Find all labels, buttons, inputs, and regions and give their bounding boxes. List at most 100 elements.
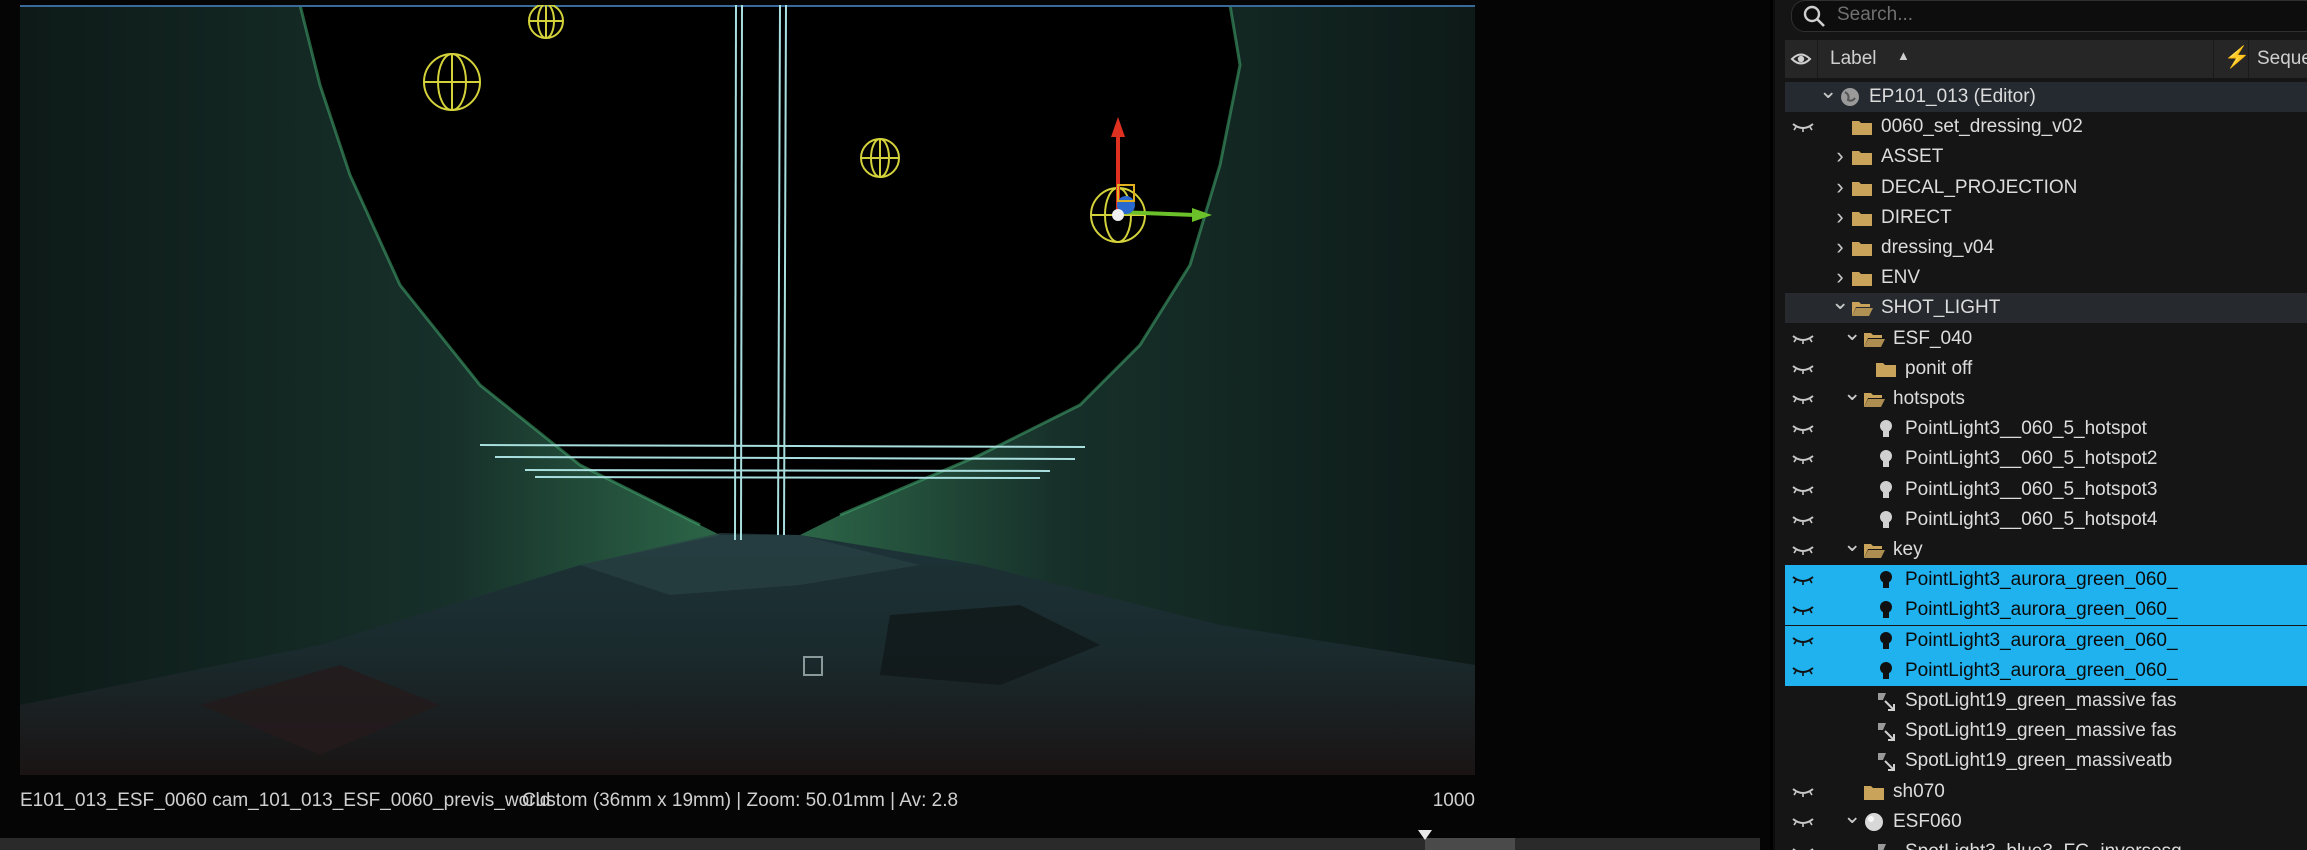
chevron-down-icon[interactable]: ⌄ — [1831, 289, 1849, 315]
outliner-row[interactable]: ⌄ ESF_040 — [1785, 320, 2307, 354]
light-gizmo[interactable] — [860, 138, 900, 178]
light-gizmo[interactable] — [528, 5, 564, 39]
hidden-eye-icon[interactable] — [1791, 785, 1815, 799]
spot-light-icon — [1878, 844, 1886, 850]
folder-open-icon — [1864, 393, 1885, 407]
outliner-row[interactable]: PointLight3__060_5_hotspot4 — [1785, 505, 2307, 535]
outliner-row[interactable]: ponit off — [1785, 354, 2307, 384]
label-column-header[interactable]: Label — [1830, 48, 1877, 70]
hidden-eye-icon[interactable] — [1791, 664, 1815, 678]
hidden-eye-icon[interactable] — [1791, 634, 1815, 648]
chevron-down-icon[interactable]: ⌄ — [1819, 82, 1837, 104]
type-column[interactable]: ⚡ — [2213, 40, 2251, 78]
outliner-row[interactable]: › ASSET — [1785, 142, 2307, 172]
hidden-eye-icon[interactable] — [1791, 120, 1815, 134]
folder-icon — [1864, 786, 1884, 800]
outliner-row[interactable]: SpotLight19_green_massive fas — [1785, 716, 2307, 746]
outliner-row[interactable]: ⌄ key — [1785, 531, 2307, 565]
chevron-right-icon[interactable]: › — [1831, 234, 1849, 260]
hidden-eye-icon[interactable] — [1791, 452, 1815, 466]
hidden-eye-icon[interactable] — [1791, 362, 1815, 376]
hidden-eye-icon[interactable] — [1791, 483, 1815, 497]
outliner-row[interactable]: PointLight3__060_5_hotspot — [1785, 414, 2307, 444]
outliner-row-label: 0060_set_dressing_v02 — [1881, 116, 2083, 137]
outliner-row-label: key — [1893, 539, 1923, 560]
outliner-row[interactable]: › DIRECT — [1785, 203, 2307, 233]
folder-icon — [1852, 182, 1872, 196]
hidden-eye-icon[interactable] — [1791, 603, 1815, 617]
light-gizmo[interactable] — [423, 53, 481, 111]
outliner-row[interactable]: ⌄ SHOT_LIGHT — [1785, 289, 2307, 323]
level-viewport[interactable] — [20, 5, 1475, 775]
outliner-row[interactable]: › ENV — [1785, 263, 2307, 293]
outliner-row[interactable]: ⌄ ESF060 — [1785, 803, 2307, 837]
search-input[interactable]: Search... — [1791, 0, 2307, 32]
hidden-eye-icon[interactable] — [1791, 815, 1815, 829]
outliner-row[interactable]: ⌄ hotspots — [1785, 380, 2307, 414]
outliner-row[interactable]: sh070 — [1785, 777, 2307, 807]
outliner-row[interactable]: SpotLight19_green_massive fas — [1785, 686, 2307, 716]
outliner-row[interactable]: 0060_set_dressing_v02 — [1785, 112, 2307, 142]
outliner-row-label: SpotLight19_green_massive fas — [1905, 720, 2177, 741]
outliner-row[interactable]: › dressing_v04 — [1785, 233, 2307, 263]
level-viewport-area: E101_013_ESF_0060 cam_101_013_ESF_0060_p… — [0, 0, 1770, 850]
chevron-right-icon[interactable]: › — [1831, 204, 1849, 230]
hidden-eye-icon[interactable] — [1791, 392, 1815, 406]
visibility-column[interactable] — [1785, 40, 1818, 78]
folder-open-icon — [1852, 302, 1873, 316]
outliner-row[interactable]: PointLight3_aurora_green_060_ — [1785, 565, 2307, 595]
hidden-eye-icon[interactable] — [1791, 332, 1815, 346]
hidden-eye-icon[interactable] — [1791, 573, 1815, 587]
timeline-bar[interactable] — [0, 830, 1760, 850]
eye-icon — [1790, 53, 1812, 65]
outliner-row[interactable]: ⌄ EP101_013 (Editor) — [1785, 82, 2307, 112]
chevron-down-icon[interactable]: ⌄ — [1843, 531, 1861, 557]
outliner-row[interactable]: PointLight3__060_5_hotspot2 — [1785, 444, 2307, 474]
chevron-down-icon[interactable]: ⌄ — [1843, 380, 1861, 406]
outliner-row[interactable]: SpotLight3_blue3_FG_inversesq — [1785, 837, 2307, 850]
point-light-icon — [1880, 571, 1892, 588]
outliner-row[interactable]: PointLight3_aurora_green_060_ — [1785, 595, 2307, 625]
outliner-row-label: ENV — [1881, 267, 1921, 288]
world-icon — [1841, 88, 1859, 106]
folder-open-icon — [1864, 544, 1885, 558]
outliner-row[interactable]: PointLight3__060_5_hotspot3 — [1785, 475, 2307, 505]
outliner-row-label: ESF_040 — [1893, 328, 1973, 349]
outliner-row-label: dressing_v04 — [1881, 237, 1995, 258]
outliner-panel: Search... Label ▲ ⚡ Sequen ⌄ EP101_013 (E… — [1773, 0, 2307, 850]
outliner-row[interactable]: › DECAL_PROJECTION — [1785, 173, 2307, 203]
outliner-row-label: EP101_013 (Editor) — [1869, 86, 2036, 107]
chevron-right-icon[interactable]: › — [1831, 143, 1849, 169]
hidden-eye-icon[interactable] — [1791, 422, 1815, 436]
folder-icon — [1852, 212, 1872, 226]
outliner-row[interactable]: PointLight3_aurora_green_060_ — [1785, 656, 2307, 686]
outliner-row[interactable]: SpotLight19_green_massiveatb — [1785, 746, 2307, 776]
folder-icon — [1852, 121, 1872, 135]
outliner-row-label: PointLight3_aurora_green_060_ — [1905, 630, 2178, 651]
sequencer-column-header[interactable]: Sequen — [2257, 48, 2307, 70]
chevron-down-icon[interactable]: ⌄ — [1843, 803, 1861, 829]
chevron-right-icon[interactable]: › — [1831, 264, 1849, 290]
folder-icon — [1852, 151, 1872, 165]
folder-icon — [1876, 363, 1896, 377]
hidden-eye-icon[interactable] — [1791, 513, 1815, 527]
playhead[interactable] — [1418, 830, 1432, 840]
outliner-row-label: PointLight3_aurora_green_060_ — [1905, 660, 2178, 681]
outliner-row-label: SpotLight19_green_massiveatb — [1905, 750, 2173, 771]
timeline-range[interactable] — [1425, 838, 1515, 850]
outliner-row-label: PointLight3_aurora_green_060_ — [1905, 569, 2178, 590]
outliner-row-label: PointLight3__060_5_hotspot — [1905, 418, 2147, 439]
bolt-icon: ⚡ — [2224, 46, 2251, 69]
sort-ascending-icon[interactable]: ▲ — [1897, 48, 1910, 63]
hidden-eye-icon[interactable] — [1791, 845, 1815, 850]
point-light-icon — [1880, 601, 1892, 618]
outliner-row-label: DIRECT — [1881, 207, 1952, 228]
chevron-down-icon[interactable]: ⌄ — [1843, 320, 1861, 346]
outliner-row[interactable]: PointLight3_aurora_green_060_ — [1785, 626, 2307, 656]
outliner-row-label: hotspots — [1893, 388, 1965, 409]
search-icon — [1803, 5, 1825, 27]
lens-info: Custom (36mm x 19mm) | Zoom: 50.01mm | A… — [522, 790, 959, 811]
chevron-right-icon[interactable]: › — [1831, 174, 1849, 200]
outliner-row-label: SHOT_LIGHT — [1881, 297, 2001, 318]
hidden-eye-icon[interactable] — [1791, 543, 1815, 557]
